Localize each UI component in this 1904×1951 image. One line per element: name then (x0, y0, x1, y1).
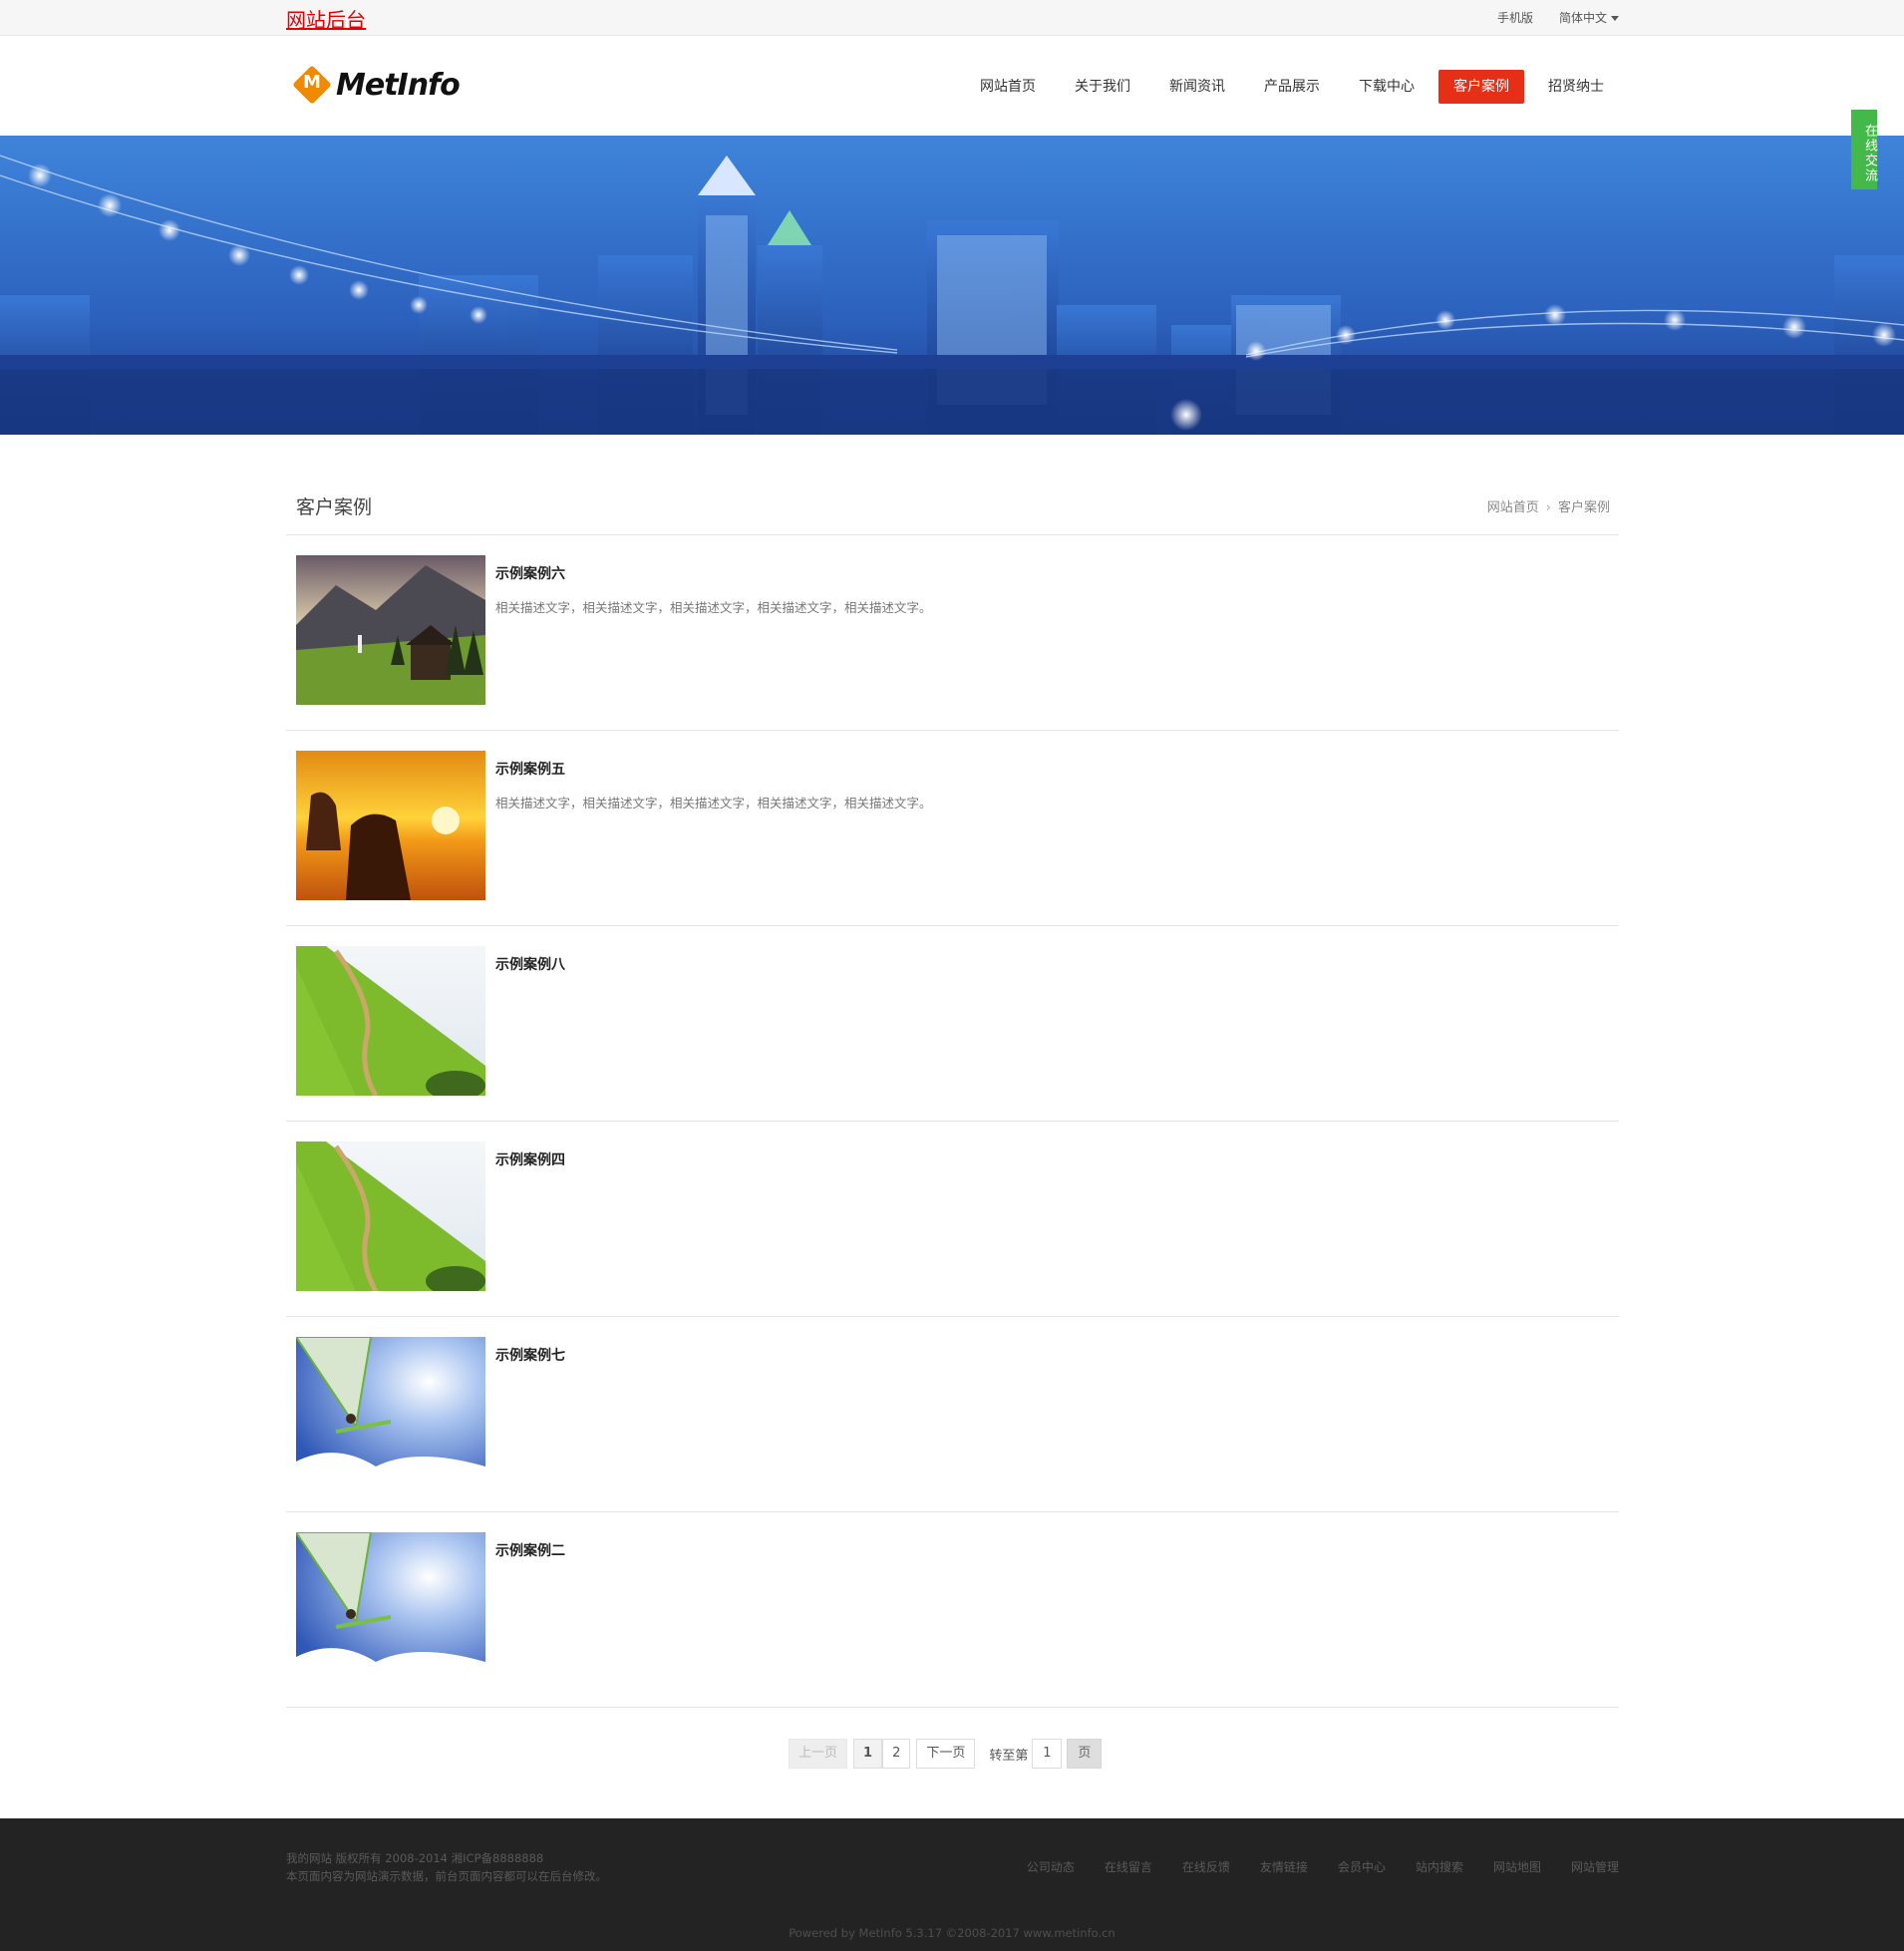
prev-page-button[interactable]: 上一页 (789, 1739, 848, 1769)
demo-note: 本页面内容为网站演示数据，前台页面内容都可以在后台修改。 (286, 1869, 607, 1883)
footer-link[interactable]: 网站地图 (1493, 1858, 1541, 1875)
case-description: 相关描述文字，相关描述文字，相关描述文字，相关描述文字，相关描述文字。 (495, 600, 932, 615)
breadcrumb-current[interactable]: 客户案例 (1558, 500, 1610, 515)
nav-item-5[interactable]: 客户案例 (1438, 70, 1524, 104)
footer-info: 我的网站 版权所有 2008-2014 湘ICP备8888888 本页面内容为网… (286, 1849, 607, 1885)
copyright-text: 我的网站 版权所有 2008-2014 湘ICP备8888888 (286, 1851, 544, 1865)
case-thumbnail[interactable] (296, 751, 485, 900)
case-thumbnail[interactable] (296, 1337, 485, 1486)
online-chat-button[interactable]: 在线交流 (1851, 110, 1877, 189)
footer-link[interactable]: 网站管理 (1571, 1858, 1619, 1875)
case-item: 示例案例二 (286, 1512, 1619, 1708)
goto-page-input[interactable]: 1 (1032, 1739, 1063, 1769)
caret-down-icon (1611, 16, 1619, 21)
next-page-button[interactable]: 下一页 (916, 1739, 976, 1769)
case-title[interactable]: 示例案例七 (495, 1345, 565, 1365)
mobile-version-link[interactable]: 手机版 (1497, 9, 1533, 26)
footer-link[interactable]: 会员中心 (1338, 1858, 1386, 1875)
case-title[interactable]: 示例案例五 (495, 759, 565, 779)
footer-link[interactable]: 在线留言 (1105, 1858, 1152, 1875)
language-label: 简体中文 (1558, 11, 1607, 25)
logo-mark-icon: M (292, 65, 332, 105)
top-right-links: 手机版 简体中文 (1497, 9, 1619, 26)
case-list: 示例案例六相关描述文字，相关描述文字，相关描述文字，相关描述文字，相关描述文字。… (286, 535, 1619, 1708)
city-skyline-image (0, 136, 1904, 435)
nav-item-3[interactable]: 产品展示 (1249, 70, 1335, 104)
nav-item-4[interactable]: 下载中心 (1344, 70, 1429, 104)
site-footer: 我的网站 版权所有 2008-2014 湘ICP备8888888 本页面内容为网… (0, 1818, 1904, 1951)
case-title[interactable]: 示例案例二 (495, 1540, 565, 1560)
admin-link[interactable]: 网站后台 (286, 4, 366, 33)
page-number-1[interactable]: 1 (853, 1739, 883, 1769)
case-item: 示例案例四 (286, 1122, 1619, 1317)
footer-link[interactable]: 在线反馈 (1182, 1858, 1230, 1875)
case-item: 示例案例七 (286, 1317, 1619, 1512)
case-title[interactable]: 示例案例四 (495, 1149, 565, 1169)
footer-link[interactable]: 友情链接 (1260, 1858, 1308, 1875)
main-nav: 网站首页 关于我们 新闻资讯 产品展示 下载中心 客户案例 招贤纳士 (956, 70, 1619, 104)
site-header: M MetInfo 网站首页 关于我们 新闻资讯 产品展示 下载中心 客户案例 招贤纳士 (0, 36, 1904, 136)
case-item: 示例案例五相关描述文字，相关描述文字，相关描述文字，相关描述文字，相关描述文字。 (286, 731, 1619, 926)
hero-banner (0, 136, 1904, 435)
top-bar: 网站后台 手机版 简体中文 (0, 0, 1904, 36)
logo-text: MetInfo (336, 67, 461, 103)
case-title[interactable]: 示例案例八 (495, 954, 565, 974)
nav-item-1[interactable]: 关于我们 (1060, 70, 1145, 104)
case-thumbnail[interactable] (296, 1532, 485, 1682)
case-description: 相关描述文字，相关描述文字，相关描述文字，相关描述文字，相关描述文字。 (495, 796, 932, 811)
nav-item-0[interactable]: 网站首页 (965, 70, 1051, 104)
case-thumbnail[interactable] (296, 946, 485, 1096)
case-title[interactable]: 示例案例六 (495, 563, 565, 583)
case-item: 示例案例八 (286, 926, 1619, 1122)
footer-link[interactable]: 站内搜索 (1416, 1858, 1463, 1875)
breadcrumb-home[interactable]: 网站首页 (1487, 500, 1539, 515)
nav-item-6[interactable]: 招贤纳士 (1533, 70, 1619, 104)
goto-page-button[interactable]: 页 (1067, 1739, 1103, 1769)
logo[interactable]: M MetInfo (292, 65, 461, 105)
case-thumbnail[interactable] (296, 1141, 485, 1291)
case-item: 示例案例六相关描述文字，相关描述文字，相关描述文字，相关描述文字，相关描述文字。 (286, 535, 1619, 731)
case-thumbnail[interactable] (296, 555, 485, 705)
page-number-2[interactable]: 2 (882, 1739, 911, 1769)
language-select[interactable]: 简体中文 (1559, 9, 1619, 26)
powered-by: Powered by MetInfo 5.3.17 ©2008-2017 www… (789, 1926, 1115, 1940)
nav-item-2[interactable]: 新闻资讯 (1154, 70, 1240, 104)
footer-link[interactable]: 公司动态 (1027, 1858, 1075, 1875)
goto-label: 转至第 (989, 1748, 1029, 1764)
pagination: 上一页 1 2 下一页 转至第 1 页 (789, 1739, 1103, 1769)
page-title: 客户案例 (296, 496, 373, 518)
footer-links: 公司动态 在线留言 在线反馈 友情链接 会员中心 站内搜索 网站地图 网站管理 (997, 1858, 1619, 1875)
chevron-right-icon: › (1545, 500, 1551, 515)
breadcrumb: 网站首页 › 客户案例 (1487, 496, 1610, 515)
